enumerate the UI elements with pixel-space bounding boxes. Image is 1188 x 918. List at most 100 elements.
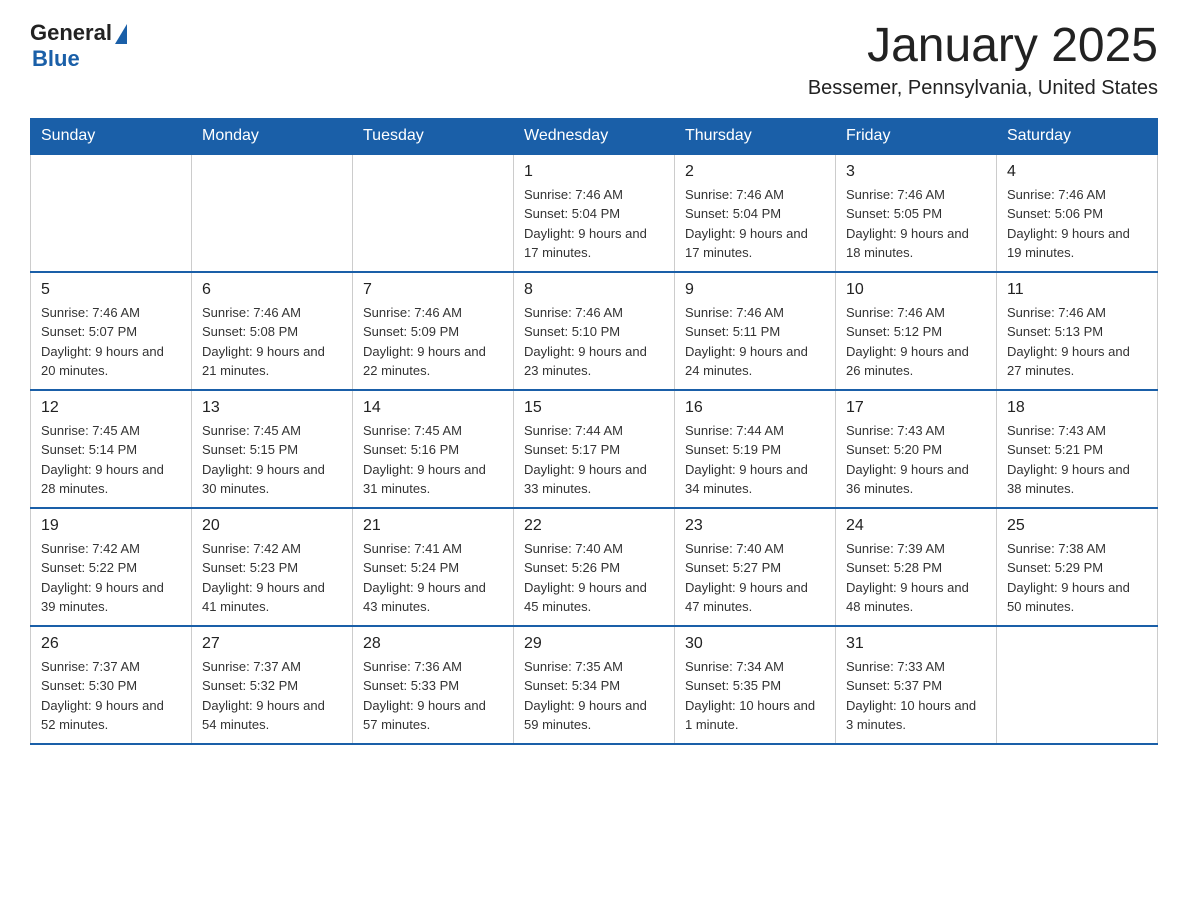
day-cell: 14Sunrise: 7:45 AMSunset: 5:16 PMDayligh… [353, 390, 514, 508]
day-number: 8 [524, 281, 664, 299]
day-info: Sunrise: 7:42 AMSunset: 5:22 PMDaylight:… [41, 539, 181, 617]
day-cell: 12 Sunrise: 7:45 AMSunset: 5:14 PMDayligh… [31, 390, 192, 508]
day-info: Sunrise: 7:45 AMSunset: 5:14 PMDaylight:… [41, 421, 181, 499]
day-cell: 7 Sunrise: 7:46 AMSunset: 5:09 PMDaylight… [353, 272, 514, 390]
day-cell [31, 154, 192, 272]
logo-general-text: General [30, 20, 112, 46]
day-info: Sunrise: 7:46 AMSunset: 5:05 PMDaylight:… [846, 185, 986, 263]
day-info: Sunrise: 7:46 AMSunset: 5:09 PMDaylight:… [363, 303, 503, 381]
day-info: Sunrise: 7:46 AMSunset: 5:06 PMDaylight:… [1007, 185, 1147, 263]
day-cell: 21 Sunrise: 7:41 AMSunset: 5:24 PMDayligh… [353, 508, 514, 626]
day-info: Sunrise: 7:46 AMSunset: 5:04 PMDaylight:… [524, 185, 664, 263]
day-cell: 6Sunrise: 7:46 AMSunset: 5:08 PMDaylight… [192, 272, 353, 390]
day-number: 12 [41, 399, 181, 417]
day-number: 19 [41, 517, 181, 535]
day-number: 11 [1007, 281, 1147, 299]
day-info: Sunrise: 7:43 AMSunset: 5:21 PMDaylight:… [1007, 421, 1147, 499]
header-cell-sunday: Sunday [31, 118, 192, 154]
day-number: 23 [685, 517, 825, 535]
logo-blue-text: Blue [32, 46, 80, 72]
day-info: Sunrise: 7:37 AMSunset: 5:30 PMDaylight:… [41, 657, 181, 735]
day-info: Sunrise: 7:40 AMSunset: 5:27 PMDaylight:… [685, 539, 825, 617]
day-cell: 10 Sunrise: 7:46 AMSunset: 5:12 PMDayligh… [836, 272, 997, 390]
day-number: 21 [363, 517, 503, 535]
day-number: 4 [1007, 163, 1147, 181]
day-cell [997, 626, 1158, 744]
day-cell [353, 154, 514, 272]
day-cell: 17Sunrise: 7:43 AMSunset: 5:20 PMDayligh… [836, 390, 997, 508]
day-cell: 30 Sunrise: 7:34 AMSunset: 5:35 PMDayligh… [675, 626, 836, 744]
day-number: 22 [524, 517, 664, 535]
logo-triangle-icon [115, 24, 127, 44]
header-cell-saturday: Saturday [997, 118, 1158, 154]
day-cell: 2 Sunrise: 7:46 AMSunset: 5:04 PMDaylight… [675, 154, 836, 272]
header-cell-tuesday: Tuesday [353, 118, 514, 154]
header-cell-monday: Monday [192, 118, 353, 154]
month-title: January 2025 [808, 20, 1158, 73]
day-cell: 18 Sunrise: 7:43 AMSunset: 5:21 PMDayligh… [997, 390, 1158, 508]
day-info: Sunrise: 7:41 AMSunset: 5:24 PMDaylight:… [363, 539, 503, 617]
day-cell: 1 Sunrise: 7:46 AMSunset: 5:04 PMDaylight… [514, 154, 675, 272]
day-cell: 3 Sunrise: 7:46 AMSunset: 5:05 PMDaylight… [836, 154, 997, 272]
day-number: 24 [846, 517, 986, 535]
day-number: 2 [685, 163, 825, 181]
day-number: 6 [202, 281, 342, 299]
day-number: 27 [202, 635, 342, 653]
day-number: 3 [846, 163, 986, 181]
day-number: 13 [202, 399, 342, 417]
day-info: Sunrise: 7:43 AMSunset: 5:20 PMDaylight:… [846, 421, 986, 499]
day-info: Sunrise: 7:44 AMSunset: 5:19 PMDaylight:… [685, 421, 825, 499]
day-cell: 25 Sunrise: 7:38 AMSunset: 5:29 PMDayligh… [997, 508, 1158, 626]
day-info: Sunrise: 7:40 AMSunset: 5:26 PMDaylight:… [524, 539, 664, 617]
day-number: 28 [363, 635, 503, 653]
day-info: Sunrise: 7:45 AMSunset: 5:16 PMDaylight:… [363, 421, 503, 499]
week-row-5: 26 Sunrise: 7:37 AMSunset: 5:30 PMDayligh… [31, 626, 1158, 744]
logo: General Blue [30, 20, 127, 72]
day-number: 9 [685, 281, 825, 299]
day-cell: 4 Sunrise: 7:46 AMSunset: 5:06 PMDaylight… [997, 154, 1158, 272]
day-cell: 29Sunrise: 7:35 AMSunset: 5:34 PMDayligh… [514, 626, 675, 744]
header-cell-wednesday: Wednesday [514, 118, 675, 154]
day-number: 18 [1007, 399, 1147, 417]
day-number: 16 [685, 399, 825, 417]
day-info: Sunrise: 7:33 AMSunset: 5:37 PMDaylight:… [846, 657, 986, 735]
day-info: Sunrise: 7:34 AMSunset: 5:35 PMDaylight:… [685, 657, 825, 735]
day-cell: 13 Sunrise: 7:45 AMSunset: 5:15 PMDayligh… [192, 390, 353, 508]
day-number: 5 [41, 281, 181, 299]
day-number: 25 [1007, 517, 1147, 535]
day-cell: 28 Sunrise: 7:36 AMSunset: 5:33 PMDayligh… [353, 626, 514, 744]
day-info: Sunrise: 7:46 AMSunset: 5:12 PMDaylight:… [846, 303, 986, 381]
day-cell: 15Sunrise: 7:44 AMSunset: 5:17 PMDayligh… [514, 390, 675, 508]
day-cell: 27 Sunrise: 7:37 AMSunset: 5:32 PMDayligh… [192, 626, 353, 744]
day-info: Sunrise: 7:45 AMSunset: 5:15 PMDaylight:… [202, 421, 342, 499]
day-cell: 19 Sunrise: 7:42 AMSunset: 5:22 PMDayligh… [31, 508, 192, 626]
week-row-2: 5Sunrise: 7:46 AMSunset: 5:07 PMDaylight… [31, 272, 1158, 390]
header-cell-friday: Friday [836, 118, 997, 154]
day-info: Sunrise: 7:38 AMSunset: 5:29 PMDaylight:… [1007, 539, 1147, 617]
day-cell: 16 Sunrise: 7:44 AMSunset: 5:19 PMDayligh… [675, 390, 836, 508]
day-info: Sunrise: 7:37 AMSunset: 5:32 PMDaylight:… [202, 657, 342, 735]
day-cell: 22 Sunrise: 7:40 AMSunset: 5:26 PMDayligh… [514, 508, 675, 626]
day-cell: 8 Sunrise: 7:46 AMSunset: 5:10 PMDaylight… [514, 272, 675, 390]
day-info: Sunrise: 7:42 AMSunset: 5:23 PMDaylight:… [202, 539, 342, 617]
day-cell: 24 Sunrise: 7:39 AMSunset: 5:28 PMDayligh… [836, 508, 997, 626]
day-info: Sunrise: 7:46 AMSunset: 5:10 PMDaylight:… [524, 303, 664, 381]
day-cell: 23 Sunrise: 7:40 AMSunset: 5:27 PMDayligh… [675, 508, 836, 626]
day-number: 7 [363, 281, 503, 299]
day-cell: 9Sunrise: 7:46 AMSunset: 5:11 PMDaylight… [675, 272, 836, 390]
day-info: Sunrise: 7:39 AMSunset: 5:28 PMDaylight:… [846, 539, 986, 617]
calendar-table: SundayMondayTuesdayWednesdayThursdayFrid… [30, 118, 1158, 745]
day-number: 26 [41, 635, 181, 653]
day-cell: 5Sunrise: 7:46 AMSunset: 5:07 PMDaylight… [31, 272, 192, 390]
week-row-4: 19 Sunrise: 7:42 AMSunset: 5:22 PMDayligh… [31, 508, 1158, 626]
day-number: 10 [846, 281, 986, 299]
day-cell: 11Sunrise: 7:46 AMSunset: 5:13 PMDayligh… [997, 272, 1158, 390]
day-cell [192, 154, 353, 272]
day-number: 20 [202, 517, 342, 535]
header: General Blue January 2025 Bessemer, Penn… [30, 20, 1158, 100]
day-info: Sunrise: 7:36 AMSunset: 5:33 PMDaylight:… [363, 657, 503, 735]
day-info: Sunrise: 7:46 AMSunset: 5:04 PMDaylight:… [685, 185, 825, 263]
day-number: 29 [524, 635, 664, 653]
day-number: 1 [524, 163, 664, 181]
day-number: 30 [685, 635, 825, 653]
